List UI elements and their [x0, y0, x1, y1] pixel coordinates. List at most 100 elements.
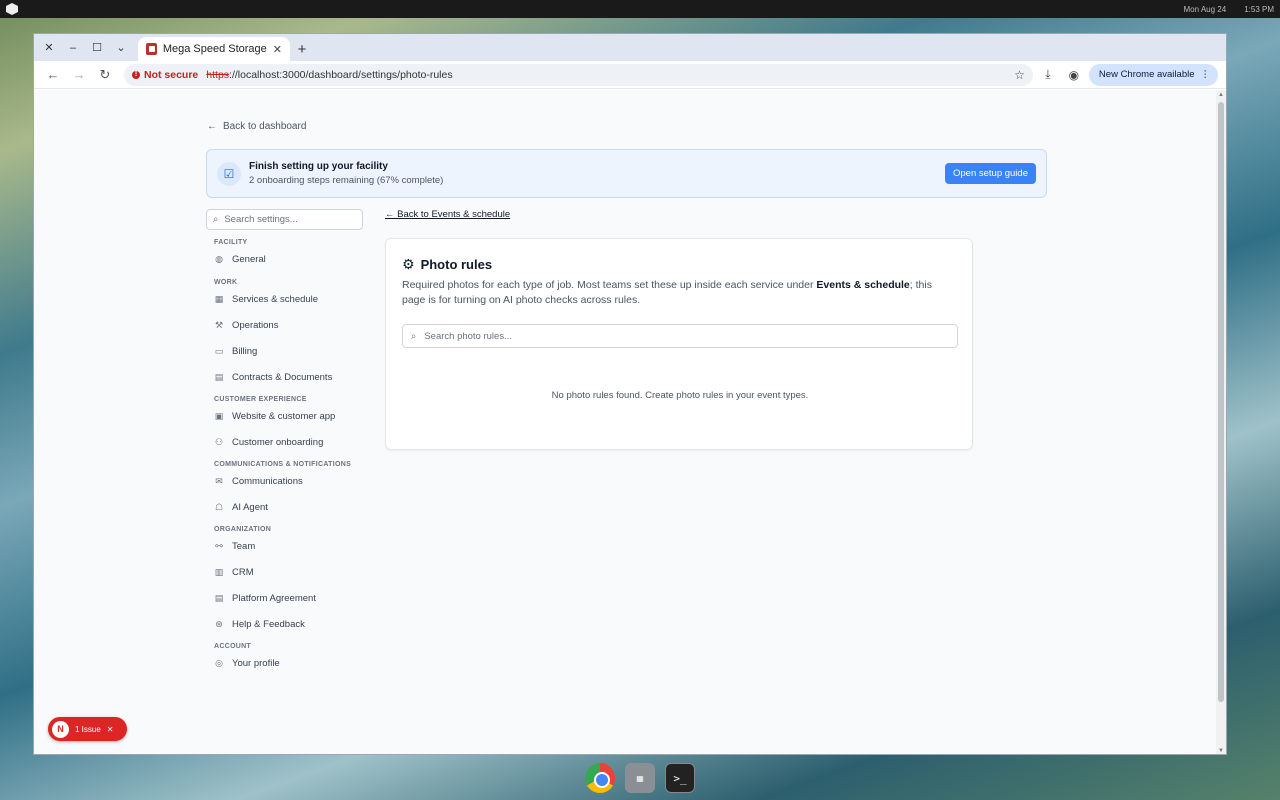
- wrench-icon: ⚒: [214, 319, 224, 330]
- banner-title: Finish setting up your facility: [249, 161, 388, 172]
- close-tab-icon[interactable]: ✕: [273, 43, 282, 56]
- life-buoy-icon: ⊛: [215, 618, 223, 629]
- section-organization: ORGANIZATION: [214, 526, 272, 533]
- desktop-time: 1:53 PM: [1244, 4, 1274, 14]
- profile-icon[interactable]: ◉: [1063, 64, 1085, 86]
- sidebar-item-services-schedule[interactable]: ▦ Services & schedule: [214, 290, 364, 308]
- url-scheme: https: [206, 68, 230, 81]
- os-logo-icon[interactable]: [6, 3, 18, 15]
- onboarding-banner: ☑ Finish setting up your facility 2 onbo…: [206, 149, 1047, 198]
- sidebar-item-operations[interactable]: ⚒ Operations: [214, 316, 364, 334]
- window-controls: ✕ – ☐ ⌄: [38, 34, 132, 61]
- sidebar-item-general[interactable]: ◍ General: [214, 250, 364, 268]
- sidebar-item-crm[interactable]: ▥ CRM: [214, 563, 364, 581]
- file-text-icon: ▤: [214, 592, 224, 603]
- reload-icon[interactable]: ↻: [94, 64, 116, 86]
- browser-toolbar: ← → ↻ ! Not secure https://localhost:300…: [34, 61, 1226, 89]
- open-setup-guide-button[interactable]: Open setup guide: [944, 163, 1036, 184]
- settings-search-placeholder: Search settings...: [224, 214, 298, 225]
- next-logo-icon: N: [52, 720, 69, 738]
- tab-mega-speed-storage[interactable]: Mega Speed Storage ✕: [138, 37, 290, 61]
- new-tab-plus-icon[interactable]: +: [290, 37, 314, 61]
- download-icon[interactable]: ⤓: [1037, 64, 1059, 86]
- sidebar-item-team[interactable]: ⚯ Team: [214, 537, 364, 555]
- search-icon: ⌕: [411, 330, 417, 342]
- sidebar-item-website-customer-app[interactable]: ▣ Website & customer app: [214, 407, 364, 425]
- photo-rules-card: ⚙ Photo rules Required photos for each t…: [385, 238, 973, 450]
- tab-strip: ✕ – ☐ ⌄ Mega Speed Storage ✕ +: [34, 34, 1226, 61]
- desktop-clock: Mon Aug 24 1:53 PM: [1184, 5, 1275, 14]
- user-plus-icon: ⚇: [214, 436, 224, 447]
- search-icon: ⌕: [213, 214, 219, 225]
- calendar-icon: ▦: [214, 293, 224, 304]
- page-scrollbar[interactable]: ▲ ▼: [1216, 90, 1226, 754]
- checklist-icon: ☑: [217, 161, 241, 186]
- sidebar-item-label: Services & schedule: [232, 293, 319, 305]
- terminal-app-icon[interactable]: >_: [665, 763, 695, 793]
- sidebar-item-label: Team: [232, 540, 256, 552]
- settings-search-input[interactable]: ⌕ Search settings...: [206, 209, 363, 230]
- back-to-events-link[interactable]: ← Back to Events & schedule: [385, 209, 510, 220]
- card-description: Required photos for each type of job. Mo…: [402, 278, 952, 308]
- maximize-window-icon[interactable]: ☐: [86, 37, 108, 59]
- bookmark-star-icon[interactable]: ☆: [1014, 68, 1025, 82]
- section-customer-experience: CUSTOMER EXPERIENCE: [214, 396, 307, 403]
- sidebar-item-label: Contracts & Documents: [232, 371, 333, 383]
- sidebar-item-billing[interactable]: ▭ Billing: [214, 342, 364, 360]
- file-manager-app-icon[interactable]: ▦: [625, 763, 655, 793]
- mail-icon: ✉: [215, 475, 223, 486]
- url-text: https://localhost:3000/dashboard/setting…: [206, 69, 452, 81]
- minimize-window-icon[interactable]: –: [62, 37, 84, 59]
- taskbar: ▦ >_: [578, 760, 702, 796]
- desktop-date: Mon Aug 24: [1183, 4, 1227, 14]
- site-favicon-icon: [146, 43, 157, 55]
- sidebar-item-label: Platform Agreement: [232, 592, 316, 604]
- photo-rules-search-input[interactable]: ⌕ Search photo rules...: [402, 324, 958, 348]
- sidebar-item-platform-agreement[interactable]: ▤ Platform Agreement: [214, 589, 364, 607]
- tab-search-chevron-icon[interactable]: ⌄: [110, 37, 132, 59]
- sidebar-item-customer-onboarding[interactable]: ⚇ Customer onboarding: [214, 433, 364, 451]
- devices-icon: ▣: [214, 410, 224, 421]
- globe-icon: ◍: [215, 253, 223, 264]
- issue-badge[interactable]: N 1 Issue ✕: [48, 717, 127, 741]
- update-chip-label: New Chrome available: [1098, 69, 1195, 80]
- desktop-top-bar: Mon Aug 24 1:53 PM: [0, 0, 1280, 18]
- back-to-dashboard-link[interactable]: ← Back to dashboard: [207, 121, 306, 132]
- warning-icon: !: [132, 70, 140, 79]
- chrome-app-icon[interactable]: [585, 763, 615, 793]
- update-chrome-button[interactable]: New Chrome available ⋮: [1088, 63, 1218, 86]
- sidebar-item-help-feedback[interactable]: ⊛ Help & Feedback: [214, 615, 364, 633]
- bot-icon: ☖: [214, 501, 224, 512]
- not-secure-indicator[interactable]: ! Not secure: [132, 69, 198, 81]
- users-icon: ⚯: [215, 540, 223, 551]
- section-work: WORK: [214, 279, 238, 286]
- sidebar-item-label: General: [232, 253, 266, 265]
- close-window-icon[interactable]: ✕: [38, 37, 60, 59]
- sidebar-item-label: Customer onboarding: [232, 436, 324, 448]
- sidebar-item-your-profile[interactable]: ◎ Your profile: [214, 654, 364, 672]
- desc-bold: Events & schedule: [816, 279, 910, 291]
- scrollbar-thumb[interactable]: [1218, 102, 1224, 702]
- back-arrow-icon[interactable]: ←: [42, 64, 64, 86]
- sidebar-item-label: Communications: [232, 475, 303, 487]
- scroll-up-icon[interactable]: ▲: [1218, 92, 1224, 98]
- forward-arrow-icon[interactable]: →: [68, 64, 90, 86]
- arrow-left-icon: ←: [207, 121, 217, 132]
- sidebar-item-label: AI Agent: [232, 501, 268, 513]
- sidebar-item-label: CRM: [232, 566, 254, 578]
- document-icon: ▤: [214, 371, 224, 382]
- more-menu-icon[interactable]: ⋮: [1201, 69, 1211, 80]
- settings-page: ← Back to dashboard ☑ Finish setting up …: [34, 90, 1218, 754]
- address-bar[interactable]: ! Not secure https://localhost:3000/dash…: [124, 63, 1033, 86]
- sidebar-item-communications[interactable]: ✉ Communications: [214, 472, 364, 490]
- section-communications-notifications: COMMUNICATIONS & NOTIFICATIONS: [214, 461, 352, 468]
- issue-label: 1 Issue: [75, 724, 101, 734]
- close-icon[interactable]: ✕: [107, 725, 114, 734]
- section-account: ACCOUNT: [214, 643, 252, 650]
- sidebar-item-label: Website & customer app: [232, 410, 336, 422]
- scroll-down-icon[interactable]: ▼: [1218, 748, 1224, 754]
- sidebar-item-ai-agent[interactable]: ☖ AI Agent: [214, 498, 364, 516]
- back-to-dashboard-label: Back to dashboard: [223, 121, 307, 132]
- sidebar-item-contracts-documents[interactable]: ▤ Contracts & Documents: [214, 368, 364, 386]
- sidebar-item-label: Help & Feedback: [232, 618, 305, 630]
